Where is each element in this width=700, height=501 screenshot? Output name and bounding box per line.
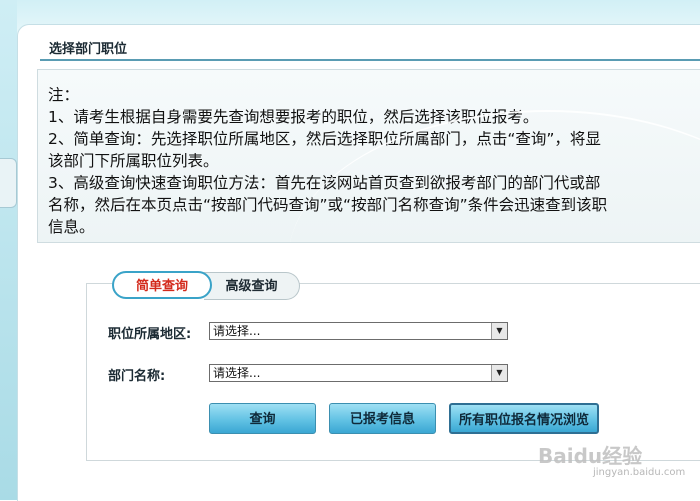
department-select-value: 请选择...: [213, 366, 261, 380]
title-divider: [40, 59, 700, 61]
tab-simple-search[interactable]: 简单查询: [112, 271, 212, 299]
region-label: 职位所属地区:: [108, 327, 192, 342]
baidu-watermark-url: jingyan.baidu.com: [593, 467, 686, 478]
dropdown-arrow-icon[interactable]: ▼: [491, 365, 507, 381]
query-button[interactable]: 查询: [209, 403, 316, 434]
reported-info-button[interactable]: 已报考信息: [329, 403, 436, 434]
department-select[interactable]: 请选择... ▼: [209, 364, 508, 382]
department-label: 部门名称:: [108, 369, 166, 384]
region-select-value: 请选择...: [213, 324, 261, 338]
notes-line: 注：: [48, 86, 80, 104]
baidu-watermark: Baidu经验: [538, 444, 643, 468]
region-select[interactable]: 请选择... ▼: [209, 322, 508, 340]
dropdown-arrow-icon[interactable]: ▼: [491, 323, 507, 339]
notes-panel: 注： 1、请考生根据自身需要先查询想要报考的职位，然后选择该职位报考。 2、简单…: [37, 69, 700, 243]
browse-all-button[interactable]: 所有职位报名情况浏览: [449, 403, 599, 434]
section-title: 选择部门职位: [49, 42, 128, 57]
tab-advanced-search[interactable]: 高级查询: [204, 272, 300, 300]
left-sidebar-strip: [0, 0, 17, 500]
sidebar-toggle-tab[interactable]: [0, 158, 17, 208]
